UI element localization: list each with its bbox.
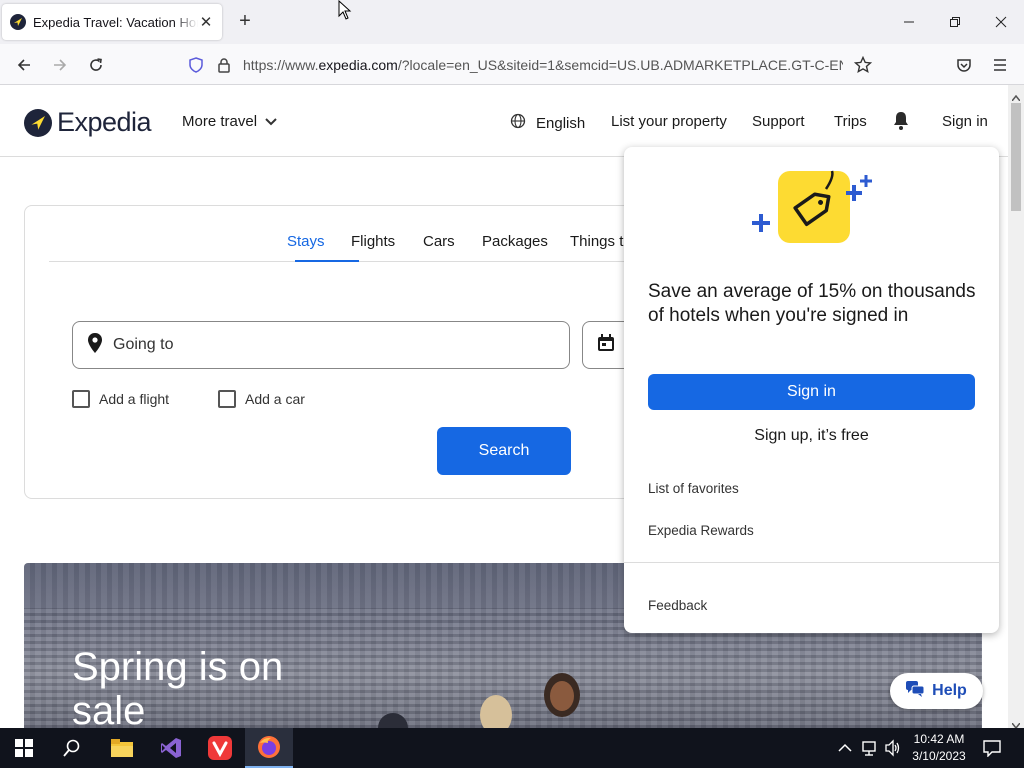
browser-tab-strip: Expedia Travel: Vacation Homes, Hotels, … — [0, 0, 1024, 44]
globe-icon — [510, 113, 526, 133]
mouse-cursor-icon — [338, 0, 352, 25]
new-tab-icon[interactable]: + — [234, 10, 256, 32]
going-to-field[interactable]: Going to — [72, 321, 570, 369]
feedback-link[interactable]: Feedback — [648, 598, 707, 613]
volume-icon[interactable] — [884, 739, 902, 762]
tab-title: Expedia Travel: Vacation Homes, Hotels, … — [33, 14, 198, 30]
add-flight-label: Add a flight — [99, 391, 170, 407]
browser-tab[interactable]: Expedia Travel: Vacation Homes, Hotels, … — [2, 4, 222, 40]
vivaldi-icon[interactable] — [196, 728, 244, 768]
popup-divider — [624, 562, 999, 563]
tag-promo-icon — [750, 167, 874, 252]
file-explorer-icon[interactable] — [98, 728, 146, 768]
add-car-checkbox[interactable]: Add a car — [218, 390, 305, 408]
favorites-link[interactable]: List of favorites — [648, 481, 739, 496]
sign-in-link[interactable]: Sign in — [942, 113, 988, 130]
windows-taskbar: 10:42 AM 3/10/2023 — [0, 728, 1024, 768]
bell-icon[interactable] — [892, 111, 910, 131]
promo-text: Save an average of 15% on thousands of h… — [648, 281, 976, 326]
notification-icon[interactable] — [983, 739, 1001, 762]
windows-start-icon[interactable] — [0, 728, 48, 768]
sign-up-link[interactable]: Sign up, it’s free — [624, 427, 999, 445]
hero-headline: Spring is on sale — [72, 645, 284, 728]
menu-hamburger-icon[interactable] — [987, 52, 1013, 78]
close-tab-icon[interactable]: ✕ — [198, 13, 214, 31]
system-clock[interactable]: 10:42 AM 3/10/2023 — [906, 731, 972, 765]
search-icon[interactable] — [48, 728, 96, 768]
tab-packages[interactable]: Packages — [482, 233, 548, 250]
checkbox-icon — [218, 390, 236, 408]
more-travel-menu[interactable]: More travel — [182, 113, 277, 130]
trips-link[interactable]: Trips — [834, 113, 867, 130]
expedia-favicon-icon — [10, 14, 26, 30]
add-flight-checkbox[interactable]: Add a flight — [72, 390, 169, 408]
add-car-label: Add a car — [245, 391, 305, 407]
hero-person-image — [480, 695, 512, 728]
browser-nav-bar: https://www.expedia.com/?locale=en_US&si… — [0, 44, 1024, 85]
expedia-logo-icon — [24, 108, 52, 137]
web-page: Expedia More travel English List your pr… — [0, 85, 1008, 728]
brand-name: Expedia — [57, 107, 152, 137]
search-button[interactable]: Search — [437, 427, 571, 475]
network-icon[interactable] — [862, 739, 880, 762]
language-label: English — [536, 114, 586, 132]
tab-cars[interactable]: Cars — [423, 233, 455, 250]
address-bar[interactable]: https://www.expedia.com/?locale=en_US&si… — [180, 49, 880, 81]
clock-date: 3/10/2023 — [912, 749, 966, 763]
rewards-link[interactable]: Expedia Rewards — [648, 523, 754, 538]
sign-in-popup: Save an average of 15% on thousands of h… — [624, 147, 999, 633]
minimize-icon[interactable] — [894, 8, 924, 36]
list-property-link[interactable]: List your property — [611, 113, 727, 130]
chevron-up-icon[interactable] — [838, 740, 852, 758]
forward-arrow-icon[interactable] — [47, 52, 73, 78]
calendar-icon — [597, 333, 615, 357]
chevron-down-icon — [265, 113, 277, 130]
tracking-shield-icon[interactable] — [188, 57, 204, 78]
expedia-logo[interactable]: Expedia — [24, 107, 152, 138]
lock-icon[interactable] — [217, 57, 231, 78]
help-label: Help — [932, 682, 967, 699]
url-text: https://www.expedia.com/?locale=en_US&si… — [243, 57, 843, 73]
checkbox-icon — [72, 390, 90, 408]
close-window-icon[interactable] — [986, 8, 1016, 36]
popup-sign-in-button[interactable]: Sign in — [648, 374, 975, 410]
tab-stays[interactable]: Stays — [287, 233, 325, 250]
restore-icon[interactable] — [940, 8, 970, 36]
scrollbar-thumb[interactable] — [1011, 103, 1021, 211]
pocket-icon[interactable] — [951, 52, 977, 78]
language-selector[interactable]: English — [510, 113, 585, 133]
map-pin-icon — [87, 332, 103, 358]
chat-bubbles-icon — [906, 680, 925, 702]
bookmark-star-icon[interactable] — [853, 55, 873, 79]
clock-time: 10:42 AM — [913, 732, 965, 746]
hero-person-face — [550, 681, 574, 711]
firefox-icon[interactable] — [245, 728, 293, 768]
support-link[interactable]: Support — [752, 113, 805, 130]
help-button[interactable]: Help — [890, 673, 983, 709]
visual-studio-icon[interactable] — [147, 728, 195, 768]
going-to-placeholder: Going to — [113, 336, 174, 353]
active-tab-indicator — [295, 260, 359, 262]
tab-flights[interactable]: Flights — [351, 233, 395, 250]
more-travel-label: More travel — [182, 113, 258, 130]
page-scrollbar[interactable] — [1008, 85, 1024, 730]
reload-icon[interactable] — [83, 52, 109, 78]
back-arrow-icon[interactable] — [11, 52, 37, 78]
